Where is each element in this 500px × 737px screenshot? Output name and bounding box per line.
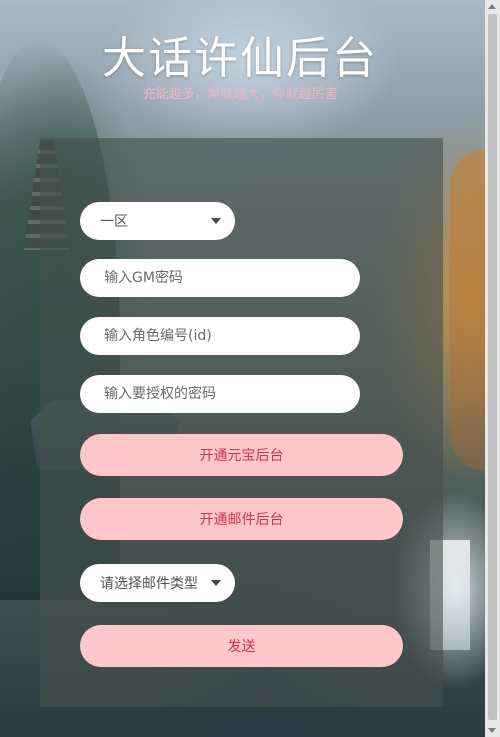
server-select-value: 一区 (100, 214, 128, 230)
gm-password-input[interactable] (80, 259, 360, 297)
chevron-down-icon (211, 580, 221, 586)
mail-type-select[interactable]: 请选择邮件类型 (80, 564, 235, 602)
open-yuanbao-button[interactable]: 开通元宝后台 (80, 434, 403, 476)
send-button[interactable]: 发送 (80, 625, 403, 667)
vertical-scrollbar[interactable] (485, 0, 500, 737)
chevron-down-icon (211, 218, 221, 224)
scroll-down-arrow-icon[interactable] (488, 728, 496, 733)
page-title: 大话许仙后台 (102, 33, 378, 84)
role-id-input[interactable] (80, 317, 360, 355)
page-subtitle: 充能越多，屌就越大，你就越厉害 (142, 87, 338, 102)
grant-password-input[interactable] (80, 375, 360, 413)
server-select[interactable]: 一区 (80, 202, 235, 240)
scrollbar-thumb[interactable] (488, 14, 497, 720)
page: 大话许仙后台 充能越多，屌就越大，你就越厉害 一区 开通元宝后台 开通邮件后台 … (0, 0, 500, 737)
scroll-up-arrow-icon[interactable] (488, 4, 496, 9)
mail-type-select-value: 请选择邮件类型 (100, 576, 198, 592)
open-mail-button[interactable]: 开通邮件后台 (80, 498, 403, 540)
